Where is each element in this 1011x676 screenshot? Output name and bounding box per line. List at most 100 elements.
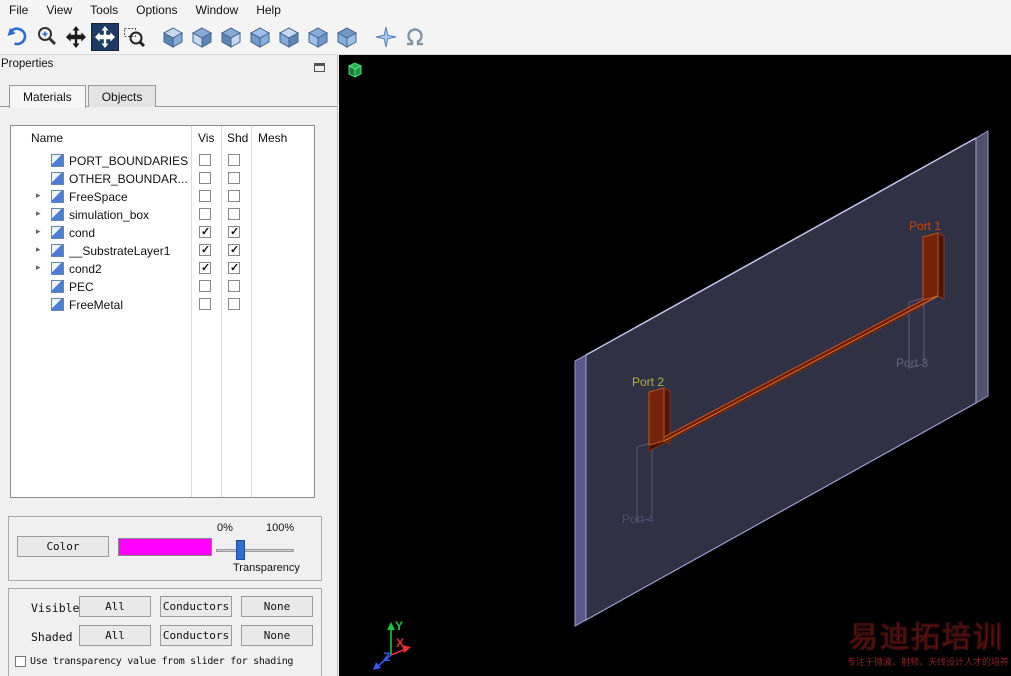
- column-header-name: Name: [31, 131, 64, 145]
- view-cube-icon: [220, 26, 242, 48]
- vis-checkbox[interactable]: [199, 280, 211, 292]
- view-cube-3-button[interactable]: [217, 23, 245, 51]
- material-icon: [51, 208, 64, 221]
- material-name[interactable]: simulation_box: [69, 208, 149, 222]
- shd-checkbox[interactable]: [228, 280, 240, 292]
- material-name[interactable]: PORT_BOUNDARIES: [69, 154, 188, 168]
- shd-checkbox[interactable]: [228, 190, 240, 202]
- column-header-mesh: Mesh: [258, 131, 288, 145]
- view-cube-6-button[interactable]: [304, 23, 332, 51]
- panel-tabs: Materials Objects: [9, 85, 158, 108]
- vis-checkbox[interactable]: [199, 298, 211, 310]
- material-name[interactable]: __SubstrateLayer1: [69, 244, 170, 258]
- zoom-window-icon: [124, 27, 146, 47]
- view-cube-4-button[interactable]: [246, 23, 274, 51]
- table-row[interactable]: cond2: [11, 260, 314, 278]
- table-row[interactable]: cond: [11, 224, 314, 242]
- view-cube-2-button[interactable]: [188, 23, 216, 51]
- move-tool-button-active[interactable]: [91, 22, 119, 51]
- menu-file[interactable]: File: [0, 1, 37, 19]
- table-row[interactable]: FreeMetal: [11, 296, 314, 314]
- substrate-left-edge[interactable]: [574, 354, 587, 627]
- star-icon: [375, 26, 397, 47]
- zoom-window-button[interactable]: [120, 23, 148, 51]
- pan-arrows-icon: [66, 25, 86, 48]
- table-row[interactable]: simulation_box: [11, 206, 314, 224]
- visible-none-button[interactable]: None: [241, 596, 313, 617]
- table-row[interactable]: __SubstrateLayer1: [11, 242, 314, 260]
- vis-checkbox[interactable]: [199, 154, 211, 166]
- float-panel-icon[interactable]: [314, 63, 325, 72]
- expand-arrow-icon[interactable]: [36, 262, 46, 274]
- shaded-conductors-button[interactable]: Conductors: [160, 625, 232, 646]
- view-cube-icon: [191, 26, 213, 48]
- expand-arrow-icon[interactable]: [36, 244, 46, 256]
- rotate-view-button[interactable]: [4, 23, 32, 51]
- substrate-right-edge[interactable]: [975, 130, 989, 404]
- zoom-cursor-button[interactable]: [33, 23, 61, 51]
- snap-magnet-button[interactable]: [401, 23, 429, 51]
- shd-checkbox[interactable]: [228, 298, 240, 310]
- table-row[interactable]: FreeSpace: [11, 188, 314, 206]
- view-cube-5-button[interactable]: [275, 23, 303, 51]
- transparency-slider-handle[interactable]: [236, 540, 245, 560]
- material-name[interactable]: OTHER_BOUNDAR...: [69, 172, 188, 186]
- pan-tool-button[interactable]: [62, 23, 90, 51]
- material-name[interactable]: FreeSpace: [69, 190, 128, 204]
- rotate-icon: [7, 26, 27, 45]
- shd-checkbox[interactable]: [228, 243, 240, 256]
- y-axis-label: Y: [395, 619, 403, 633]
- trace-vertical-port1[interactable]: [922, 232, 939, 301]
- view-orientation-cube-icon[interactable]: [347, 62, 363, 78]
- axes-star-button[interactable]: [372, 23, 400, 51]
- menu-tools[interactable]: Tools: [81, 1, 127, 19]
- shaded-all-button[interactable]: All: [79, 625, 151, 646]
- vis-checkbox[interactable]: [199, 225, 211, 238]
- shd-checkbox[interactable]: [228, 172, 240, 184]
- menu-help[interactable]: Help: [247, 1, 290, 19]
- shd-checkbox[interactable]: [228, 225, 240, 238]
- zoom-cursor-icon: [38, 26, 57, 45]
- shaded-none-button[interactable]: None: [241, 625, 313, 646]
- material-name[interactable]: PEC: [69, 280, 94, 294]
- color-swatch[interactable]: [118, 538, 212, 556]
- menu-window[interactable]: Window: [187, 1, 248, 19]
- expand-arrow-icon[interactable]: [36, 190, 46, 202]
- x-axis-label: X: [396, 636, 404, 650]
- table-row[interactable]: PORT_BOUNDARIES: [11, 152, 314, 170]
- shd-checkbox[interactable]: [228, 154, 240, 166]
- view-cube-7-button[interactable]: [333, 23, 361, 51]
- vis-checkbox[interactable]: [199, 243, 211, 256]
- shd-checkbox[interactable]: [228, 261, 240, 274]
- menu-options[interactable]: Options: [127, 1, 186, 19]
- vis-checkbox[interactable]: [199, 208, 211, 220]
- expand-arrow-icon[interactable]: [36, 226, 46, 238]
- material-name[interactable]: FreeMetal: [69, 298, 123, 312]
- visible-all-button[interactable]: All: [79, 596, 151, 617]
- shaded-label: Shaded: [31, 630, 73, 644]
- table-row[interactable]: PEC: [11, 278, 314, 296]
- expand-arrow-icon[interactable]: [36, 208, 46, 220]
- table-row[interactable]: OTHER_BOUNDAR...: [11, 170, 314, 188]
- vis-checkbox[interactable]: [199, 261, 211, 274]
- view-cube-icon: [162, 26, 184, 48]
- viewport-3d[interactable]: Port 1 Port 2 Port 3 Port 4 Y X Z 易迪拓培训 …: [339, 55, 1011, 676]
- transparency-slider-track[interactable]: [216, 549, 294, 552]
- shd-checkbox[interactable]: [228, 208, 240, 220]
- tab-materials[interactable]: Materials: [9, 85, 86, 108]
- color-button[interactable]: Color: [17, 536, 109, 557]
- trace-vertical-port2[interactable]: [648, 387, 665, 446]
- port3-label: Port 3: [896, 356, 928, 370]
- tab-objects[interactable]: Objects: [87, 85, 157, 107]
- material-name[interactable]: cond2: [69, 262, 102, 276]
- use-transparency-label: Use transparency value from slider for s…: [30, 656, 294, 667]
- vis-checkbox[interactable]: [199, 172, 211, 184]
- use-transparency-checkbox[interactable]: [15, 656, 26, 667]
- menu-view[interactable]: View: [37, 1, 81, 19]
- visible-conductors-button[interactable]: Conductors: [160, 596, 232, 617]
- toolbar: [0, 19, 1011, 55]
- vis-checkbox[interactable]: [199, 190, 211, 202]
- material-name[interactable]: cond: [69, 226, 95, 240]
- view-cube-1-button[interactable]: [159, 23, 187, 51]
- 3d-scene[interactable]: Port 1 Port 2 Port 3 Port 4 Y X Z 易迪拓培训 …: [339, 55, 1011, 676]
